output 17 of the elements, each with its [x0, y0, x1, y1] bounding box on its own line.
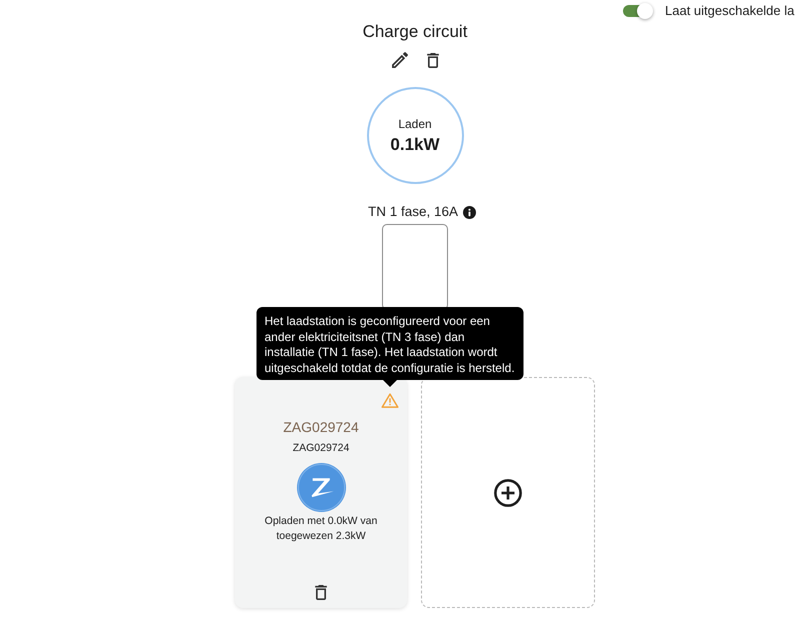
toggle-switch[interactable] — [623, 3, 653, 19]
warning-tooltip: Het laadstation is geconfigureerd voor een ander elektriciteitsnet (TN 3 fase) dan installatie (TN 1 fase). Het laadstation wordt uitgeschakeld totdat de configuratie is hersteld. — [256, 307, 524, 380]
charger-name: ZAG029724 — [283, 418, 359, 436]
add-icon[interactable] — [494, 478, 522, 506]
grid-type-label: TN 1 fase, 16A — [368, 204, 458, 220]
delete-icon[interactable] — [426, 52, 438, 68]
delete-icon[interactable] — [315, 585, 327, 600]
charger-serial: ZAG029724 — [292, 441, 350, 455]
toggle-label: Laat uitgeschakelde la — [665, 3, 794, 19]
page-title: Charge circuit — [362, 22, 468, 42]
charger-status: Opladen met 0.0kW van toegewezen 2.3kW — [264, 514, 378, 543]
edit-icon[interactable] — [392, 52, 408, 68]
tooltip-arrow-icon — [383, 380, 397, 387]
info-icon[interactable] — [463, 206, 476, 218]
power-value: 0.1kW — [390, 134, 440, 154]
power-label: Laden — [398, 116, 432, 132]
z-logo-icon — [296, 463, 346, 512]
